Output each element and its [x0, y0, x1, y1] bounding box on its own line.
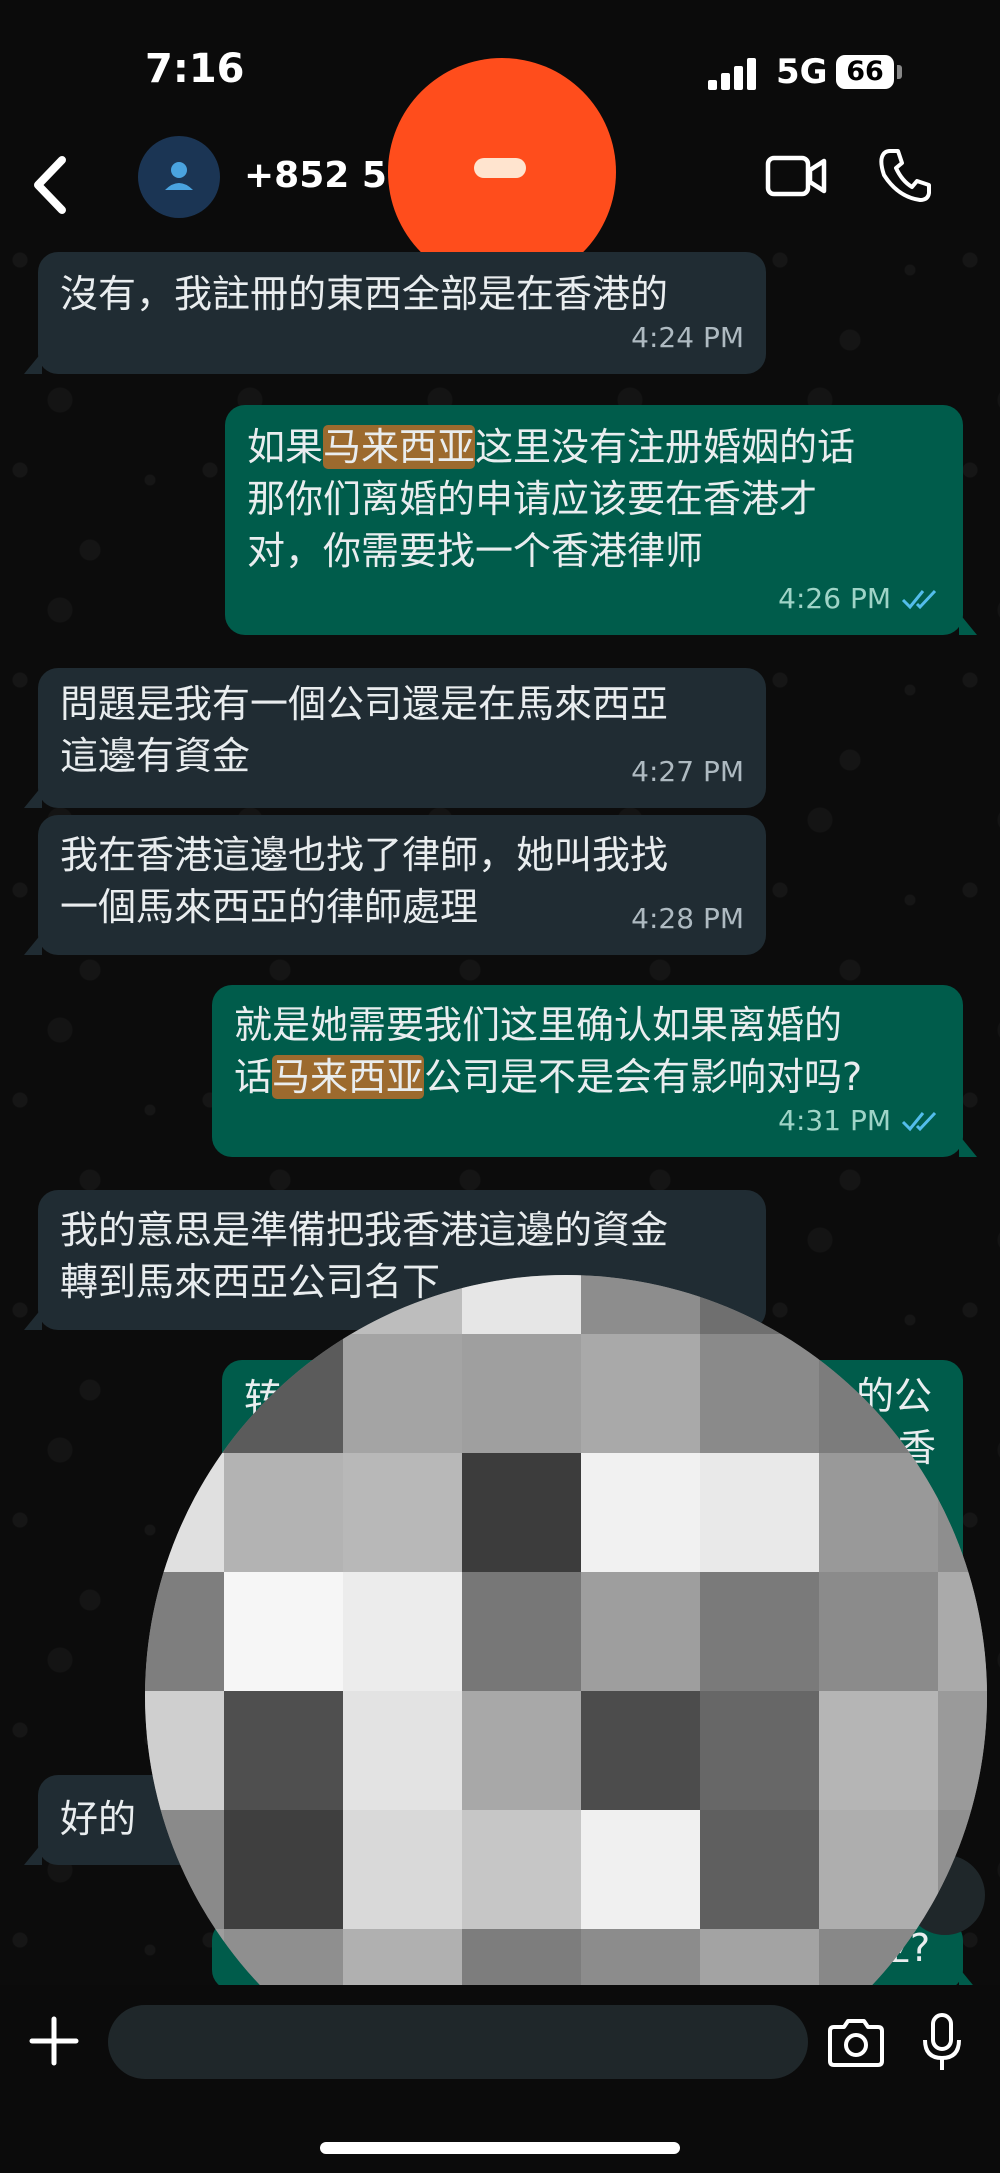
contact-name[interactable]: +852 53	[244, 155, 412, 196]
network-label: 5G	[776, 52, 828, 92]
read-receipt-icon	[901, 589, 937, 610]
mosaic-cell	[700, 1453, 819, 1572]
mosaic-cell	[700, 1334, 819, 1453]
message-incoming[interactable]: 沒有，我註冊的東西全部是在香港的 4:24 PM	[24, 252, 766, 374]
battery-tip	[897, 65, 902, 79]
mosaic-cell	[819, 1453, 938, 1572]
back-icon[interactable]	[26, 150, 76, 220]
mosaic-cell	[700, 1691, 819, 1810]
mosaic-cell	[145, 1453, 224, 1572]
message-text-part: 如果	[247, 425, 324, 469]
mosaic-cell	[819, 1275, 938, 1334]
message-time: 4:28 PM	[631, 902, 744, 935]
mosaic-cell	[581, 1453, 700, 1572]
message-text: 問題是我有一個公司還是在馬來西亞	[60, 682, 669, 726]
mosaic-cell	[343, 1453, 462, 1572]
mosaic-cell	[700, 1572, 819, 1691]
mosaic-cell	[700, 1275, 819, 1334]
video-call-icon[interactable]	[764, 148, 828, 204]
mosaic-cell	[938, 1334, 987, 1453]
mosaic-cell	[462, 1334, 581, 1453]
mosaic-cell	[224, 1572, 343, 1691]
phone-call-icon[interactable]	[876, 145, 932, 205]
message-text: 对，你需要找一个香港律师	[247, 529, 704, 573]
message-outgoing[interactable]: 如果马来西亚这里没有注册婚姻的话 那你们离婚的申请应该要在香港才 对，你需要找一…	[225, 405, 977, 635]
mosaic-cell	[581, 1275, 700, 1334]
mosaic-cell	[145, 1810, 224, 1929]
mosaic-cell	[343, 1691, 462, 1810]
mosaic-cell	[581, 1810, 700, 1929]
signal-icon	[708, 58, 758, 90]
mosaic-cell	[819, 1572, 938, 1691]
home-indicator[interactable]	[320, 2142, 680, 2154]
message-time: 4:24 PM	[631, 321, 744, 354]
mosaic-cell	[819, 1810, 938, 1929]
mosaic-cell	[581, 1334, 700, 1453]
message-time: 4:31 PM	[778, 1104, 891, 1137]
mosaic-cell	[343, 1572, 462, 1691]
message-text-part: 公司是不是会有影响对吗?	[424, 1055, 863, 1099]
mosaic-cell	[224, 1334, 343, 1453]
message-text: 那你们离婚的申请应该要在香港才	[247, 477, 818, 521]
mosaic-cell	[938, 1275, 987, 1334]
message-incoming[interactable]: 問題是我有一個公司還是在馬來西亞 這邊有資金 4:27 PM	[24, 668, 766, 808]
mosaic-cell	[819, 1334, 938, 1453]
message-text: 如果马来西亚这里没有注册婚姻的话	[247, 421, 941, 473]
mosaic-cell	[581, 1572, 700, 1691]
mosaic-cell	[224, 1810, 343, 1929]
message-time: 4:26 PM	[778, 582, 891, 615]
mosaic-cell	[581, 1691, 700, 1810]
message-input[interactable]	[108, 2005, 808, 2079]
mosaic-cell	[462, 1572, 581, 1691]
recording-minus-icon	[474, 158, 526, 178]
message-text-part: 这里没有注册婚姻的话	[475, 425, 856, 469]
mosaic-cell	[462, 1691, 581, 1810]
mosaic-cell	[938, 1691, 987, 1810]
mosaic-cell	[343, 1334, 462, 1453]
camera-icon[interactable]	[826, 2017, 886, 2069]
mosaic-cell	[145, 1275, 224, 1334]
mosaic-cell	[938, 1810, 987, 1929]
mosaic-cell	[224, 1275, 343, 1334]
read-receipt-icon	[901, 1111, 937, 1132]
message-text-part: 话	[234, 1055, 273, 1099]
mosaic-cell	[462, 1275, 581, 1334]
mosaic-cell	[145, 1334, 224, 1453]
battery-icon: 66	[836, 55, 894, 89]
message-text: 我在香港這邊也找了律師，她叫我找	[60, 833, 669, 877]
mosaic-cell	[938, 1572, 987, 1691]
message-time: 4:27 PM	[631, 755, 744, 788]
mosaic-cell	[224, 1453, 343, 1572]
mosaic-cell	[700, 1810, 819, 1929]
message-outgoing[interactable]: 就是她需要我们这里确认如果离婚的 话马来西亚公司是不是会有影响对吗? 4:31 …	[212, 985, 977, 1157]
mosaic-cell	[145, 1691, 224, 1810]
message-text: 我的意思是準備把我香港這邊的資金	[60, 1208, 669, 1252]
mosaic-cell	[819, 1691, 938, 1810]
avatar[interactable]	[138, 136, 220, 218]
message-text: 就是她需要我们这里确认如果离婚的	[234, 1003, 843, 1047]
highlighted-keyword: 马来西亚	[323, 425, 476, 469]
message-incoming[interactable]: 我在香港這邊也找了律師，她叫我找 一個馬來西亞的律師處理 4:28 PM	[24, 815, 766, 955]
microphone-icon[interactable]	[920, 2012, 964, 2074]
mosaic-cell	[938, 1453, 987, 1572]
plus-icon[interactable]	[28, 2015, 80, 2067]
mosaic-cell	[343, 1275, 462, 1334]
highlighted-keyword: 马来西亚	[272, 1055, 425, 1099]
mosaic-cell	[462, 1810, 581, 1929]
mosaic-cell	[462, 1453, 581, 1572]
status-time: 7:16	[145, 46, 245, 92]
person-icon	[165, 162, 193, 190]
mosaic-cell	[145, 1572, 224, 1691]
mosaic-cell	[224, 1691, 343, 1810]
mosaic-cell	[343, 1810, 462, 1929]
